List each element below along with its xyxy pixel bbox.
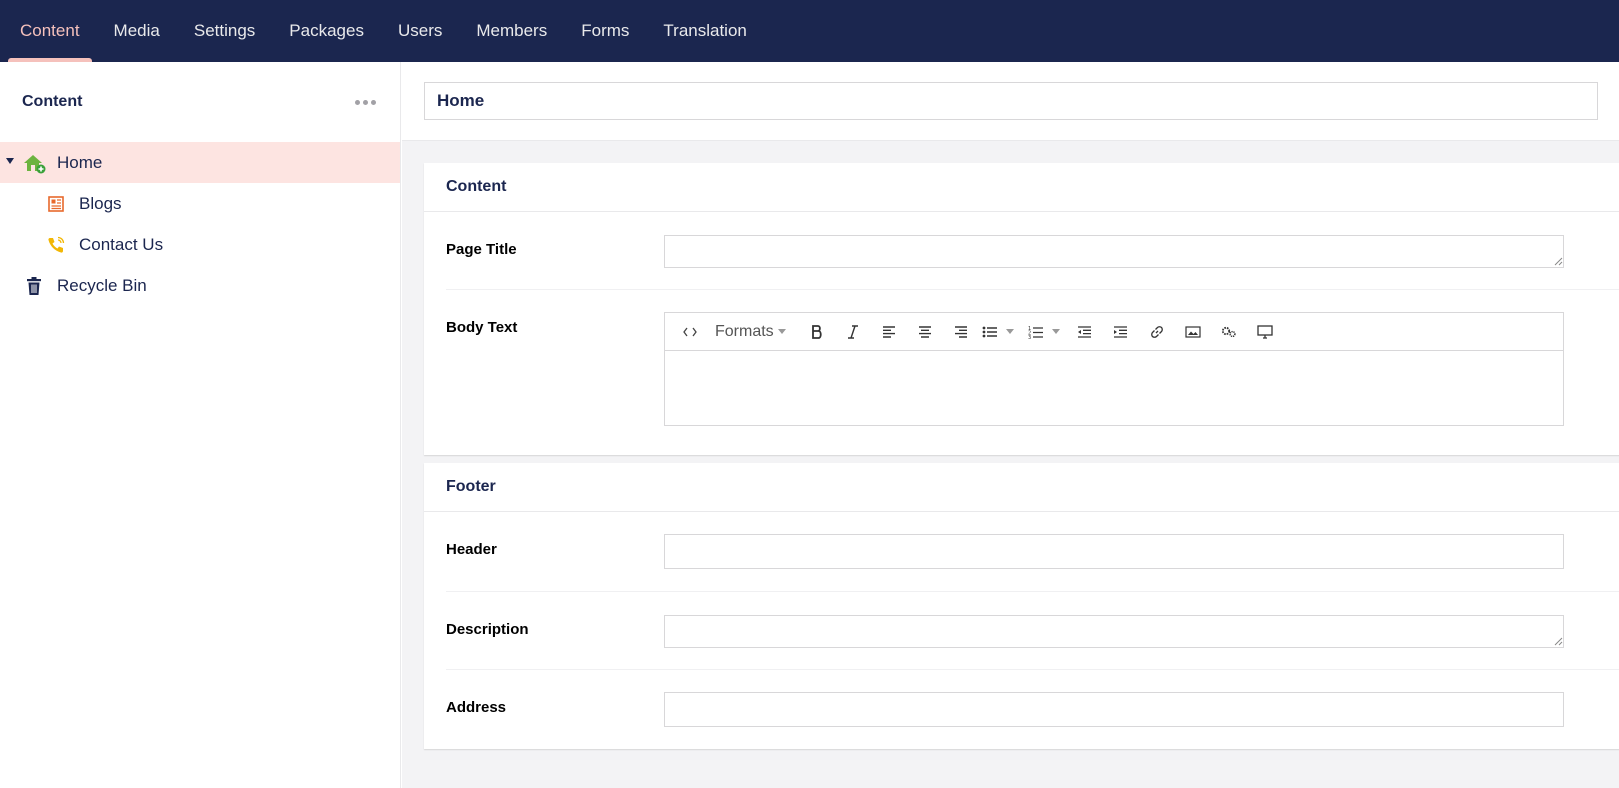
sidebar-header: Content [0,62,400,142]
formats-label: Formats [715,322,774,340]
phone-icon [43,233,69,257]
align-center-icon[interactable] [910,318,940,346]
italic-icon[interactable] [838,318,868,346]
formats-dropdown[interactable]: Formats [711,318,790,346]
tree-item-blogs[interactable]: Blogs [0,183,400,224]
property-label: Body Text [446,319,518,336]
nav-members[interactable]: Members [464,0,559,62]
property-label: Address [446,699,507,716]
nav-translation[interactable]: Translation [651,0,758,62]
content-editor: Home Content Page Title Body Text Format… [402,62,1619,788]
node-name-input[interactable]: Home [424,82,1598,120]
property-label: Page Title [446,241,517,258]
source-code-icon[interactable] [675,318,705,346]
page-title-textarea[interactable] [664,235,1564,268]
tree-item-recycle-bin[interactable]: Recycle Bin [0,265,400,306]
resize-handle-icon[interactable] [1553,636,1563,646]
expand-caret-icon[interactable] [6,158,14,164]
nav-content[interactable]: Content [8,0,92,62]
property-body-text: Body Text Formats 1 2 3 [446,290,1619,454]
group-title: Content [424,163,1619,212]
rte-toolbar: Formats 1 2 3 [665,313,1563,351]
tree-item-label: Recycle Bin [57,275,147,295]
property-header: Header [446,512,1619,592]
node-name-bar: Home [402,62,1619,141]
nav-settings[interactable]: Settings [182,0,267,62]
property-description: Description [446,592,1619,670]
numbered-list-icon[interactable]: 123 [1028,318,1060,346]
tree-item-label: Home [57,152,103,172]
bold-icon[interactable] [802,318,832,346]
tree-item-label: Blogs [79,193,122,213]
chevron-down-icon [777,329,786,334]
top-navigation: Content Media Settings Packages Users Me… [0,0,1619,62]
chevron-down-icon[interactable] [1051,329,1060,334]
property-label: Header [446,541,497,558]
property-address: Address [446,670,1619,748]
image-icon[interactable] [1178,318,1208,346]
embed-screen-icon[interactable] [1250,318,1280,346]
body-text-rich-editor[interactable]: Formats 1 2 3 [664,312,1564,426]
header-input[interactable] [664,534,1564,569]
outdent-icon[interactable] [1070,318,1100,346]
tree-item-home[interactable]: Home [0,142,400,183]
macro-gears-icon[interactable] [1214,318,1244,346]
group-footer-panel: Footer Header Description Address [424,463,1619,749]
align-right-icon[interactable] [946,318,976,346]
bullet-list-icon[interactable] [982,318,1014,346]
home-icon [21,151,47,175]
trash-icon [21,274,47,298]
nav-media[interactable]: Media [102,0,172,62]
group-title: Footer [424,463,1619,512]
indent-icon[interactable] [1106,318,1136,346]
content-tree-sidebar: Content Home Blogs Contact Us Recycle Bi… [0,62,401,788]
group-content-panel: Content Page Title Body Text Formats 1 2… [424,163,1619,455]
chevron-down-icon[interactable] [1005,329,1014,334]
sidebar-title: Content [22,93,83,110]
resize-handle-icon[interactable] [1553,256,1563,266]
description-textarea[interactable] [664,615,1564,648]
nav-users[interactable]: Users [386,0,454,62]
newspaper-icon [43,192,69,216]
nav-forms[interactable]: Forms [569,0,641,62]
property-label: Description [446,621,529,638]
tree-item-contact-us[interactable]: Contact Us [0,224,400,265]
nav-packages[interactable]: Packages [277,0,376,62]
property-page-title: Page Title [446,212,1619,290]
svg-text:3: 3 [1028,335,1031,339]
link-icon[interactable] [1142,318,1172,346]
align-left-icon[interactable] [874,318,904,346]
rte-editing-area[interactable] [665,351,1563,425]
more-options-icon[interactable] [351,96,380,109]
address-input[interactable] [664,692,1564,727]
tree-item-label: Contact Us [79,234,164,254]
